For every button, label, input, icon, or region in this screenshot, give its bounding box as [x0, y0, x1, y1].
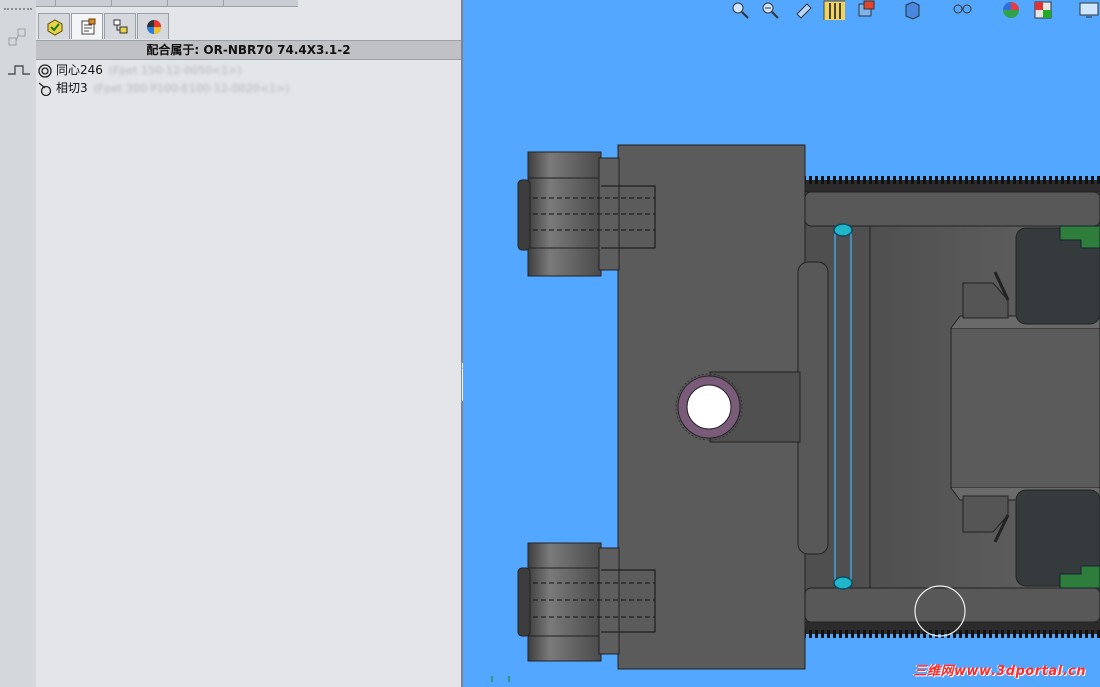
scene-icon[interactable] — [1033, 0, 1055, 20]
tab-property-manager[interactable] — [71, 13, 103, 39]
section-view-icon[interactable] — [823, 0, 845, 20]
rod-knurl-bottom — [803, 622, 1100, 638]
graphics-viewport[interactable]: 三维网www.3dportal.cn — [463, 0, 1100, 687]
appearance-icon[interactable] — [1001, 0, 1023, 20]
property-manager-icon — [81, 18, 96, 35]
grip-handle[interactable] — [4, 8, 32, 12]
mate-item-tangent[interactable]: 相切3 (Fpet 300 P100-E100-12-0020<1>) — [38, 80, 290, 97]
display-manager-icon — [147, 20, 161, 34]
zoom-area-icon[interactable] — [759, 0, 781, 20]
zoom-to-fit-icon[interactable] — [729, 0, 751, 20]
tab-configuration-manager[interactable] — [104, 13, 136, 39]
manager-tabbar — [36, 13, 461, 39]
concentric-mate-icon — [38, 63, 52, 78]
previous-view-icon[interactable] — [793, 0, 815, 20]
rod-knurl-top — [803, 176, 1100, 192]
step-signal-icon[interactable] — [6, 62, 30, 82]
hide-show-icon[interactable] — [951, 0, 973, 20]
mate-name: 相切3 — [56, 81, 88, 95]
monitor-icon[interactable] — [1078, 0, 1100, 20]
smart-mates-icon[interactable] — [6, 26, 30, 46]
port-hole — [686, 384, 732, 430]
mate-reference: (Fpet 150-12-0050<1>) — [108, 64, 242, 77]
top-tab-strip — [36, 0, 298, 7]
cap-spigot — [797, 261, 829, 555]
mate-owner-header: 配合属于: OR-NBR70 74.4X3.1-2 — [36, 40, 461, 60]
heads-up-view-toolbar — [463, 0, 1100, 22]
view-orientation-icon[interactable] — [856, 0, 878, 20]
property-manager-panel — [36, 0, 461, 687]
cad-model-view — [491, 144, 1100, 682]
mate-name: 同心246 — [56, 63, 103, 77]
feature-manager-icon — [47, 19, 63, 36]
tangent-mate-icon — [38, 82, 52, 96]
configuration-manager-icon — [113, 19, 128, 34]
display-style-icon[interactable] — [903, 0, 925, 20]
mate-reference: (Fpet 300 P100-E100-12-0020<1>) — [93, 82, 290, 95]
mate-item-concentric[interactable]: 同心246 (Fpet 150-12-0050<1>) — [38, 62, 242, 79]
tab-display-manager[interactable] — [137, 13, 169, 39]
left-tool-strip — [0, 0, 37, 687]
site-watermark: 三维网www.3dportal.cn — [913, 664, 1086, 679]
tab-feature-manager[interactable] — [38, 13, 70, 39]
